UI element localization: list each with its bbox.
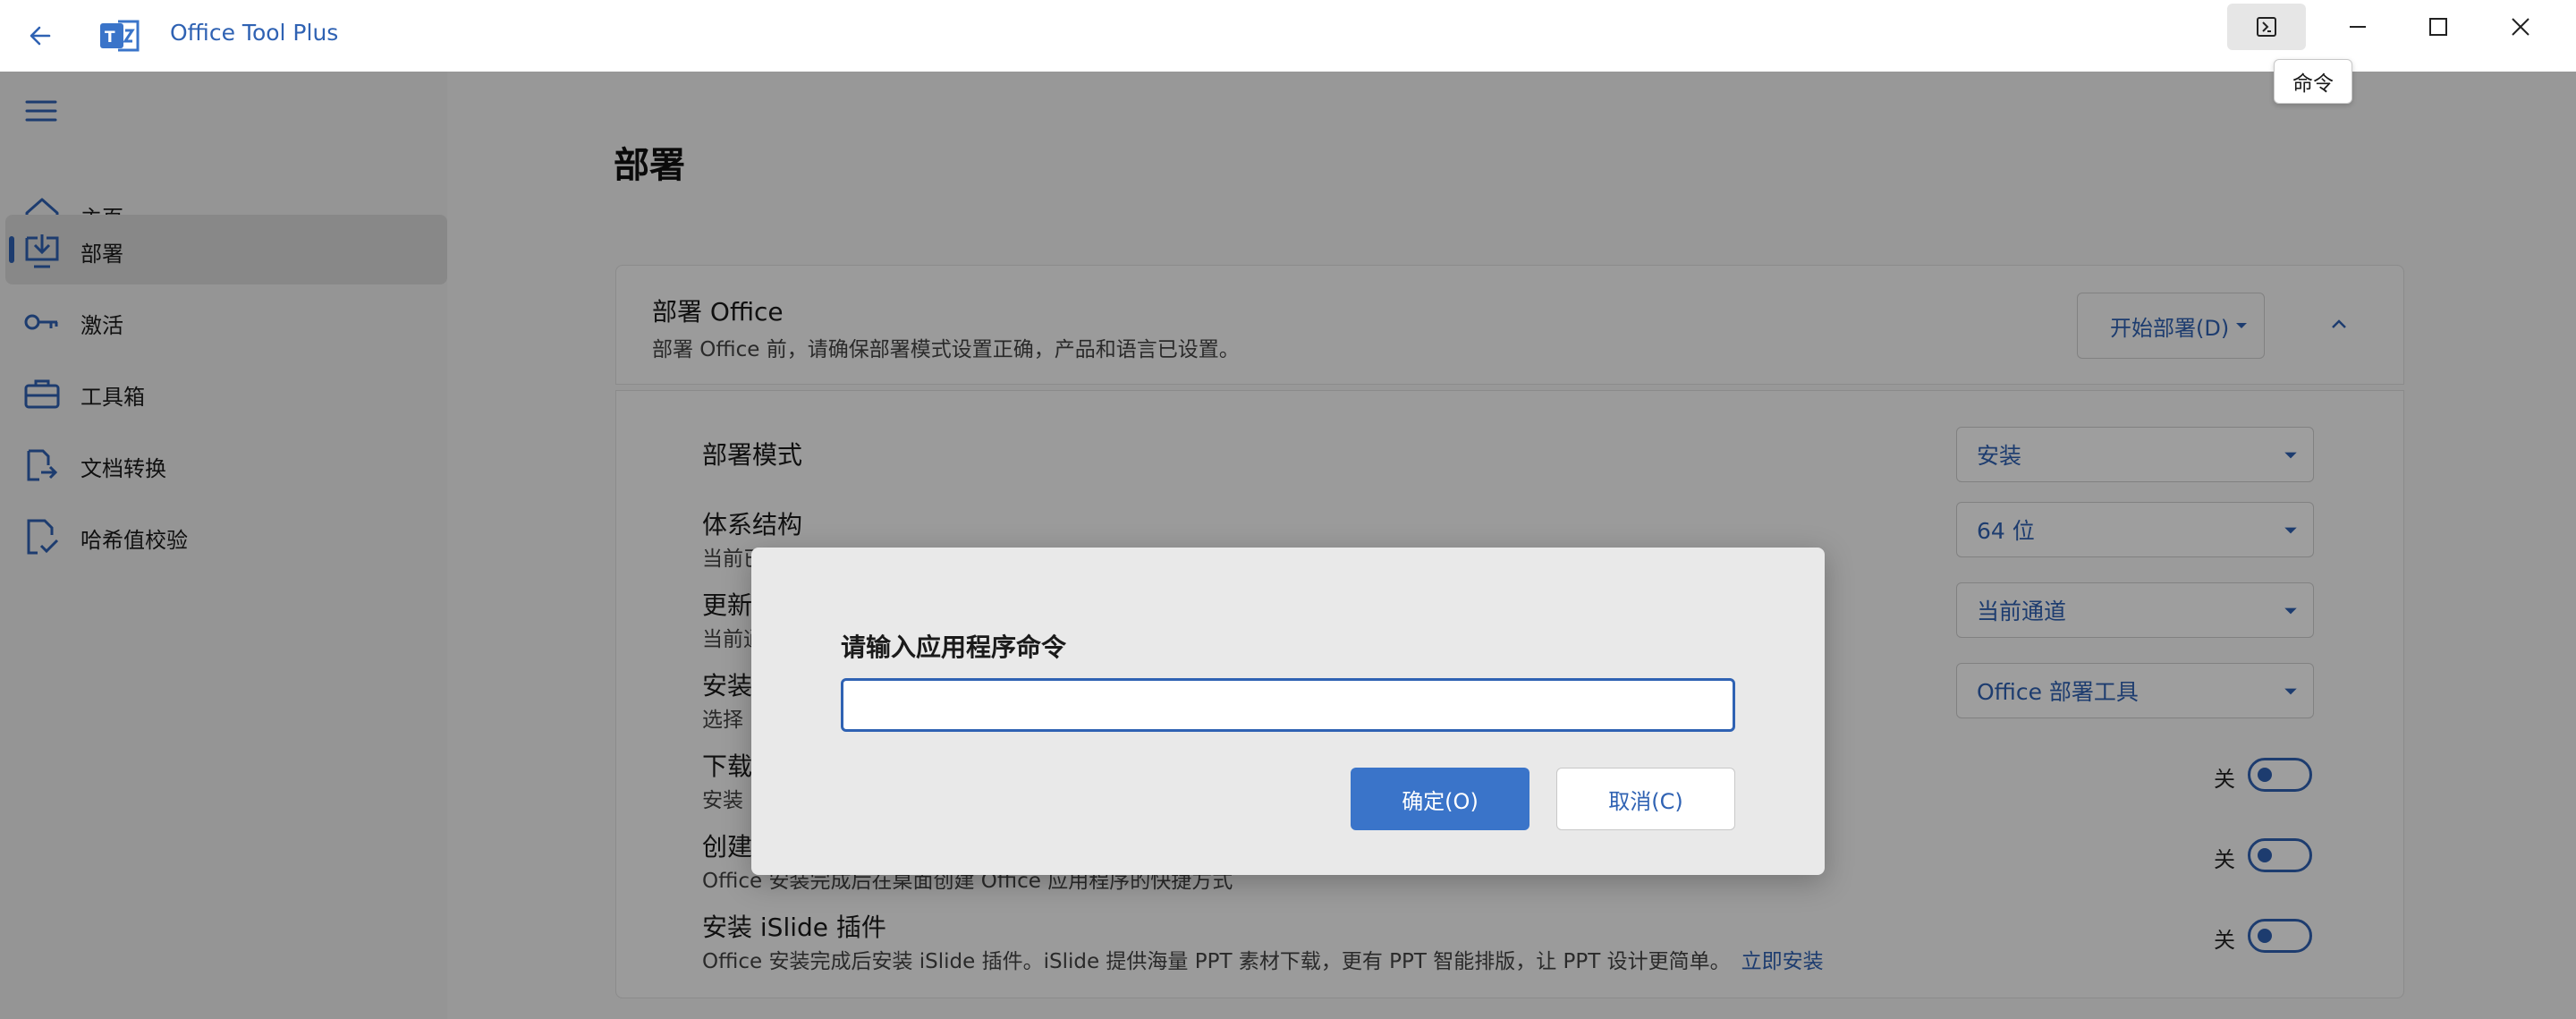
- dialog-title: 请输入应用程序命令: [841, 633, 1067, 662]
- terminal-icon: [2257, 17, 2276, 37]
- command-dialog: 请输入应用程序命令 确定(O) 取消(C): [751, 548, 1825, 875]
- close-icon: [2512, 18, 2529, 36]
- maximize-icon: [2429, 18, 2447, 36]
- modal-overlay: [0, 72, 2576, 1019]
- command-button[interactable]: [2227, 4, 2306, 50]
- title-bar: T Office Tool Plus: [0, 0, 2576, 72]
- app-title: Office Tool Plus: [170, 20, 339, 46]
- svg-text:T: T: [105, 29, 115, 47]
- command-tooltip: 命令: [2274, 59, 2352, 104]
- back-arrow-icon: [30, 26, 51, 46]
- maximize-button[interactable]: [2399, 4, 2478, 50]
- close-window-button[interactable]: [2481, 4, 2560, 50]
- minimize-icon: [2350, 26, 2366, 28]
- app-logo-icon: T: [100, 20, 140, 52]
- ok-button[interactable]: 确定(O): [1351, 768, 1530, 830]
- minimize-button[interactable]: [2318, 4, 2397, 50]
- back-button[interactable]: [18, 16, 63, 55]
- command-input[interactable]: [841, 678, 1735, 732]
- cancel-button[interactable]: 取消(C): [1556, 768, 1735, 830]
